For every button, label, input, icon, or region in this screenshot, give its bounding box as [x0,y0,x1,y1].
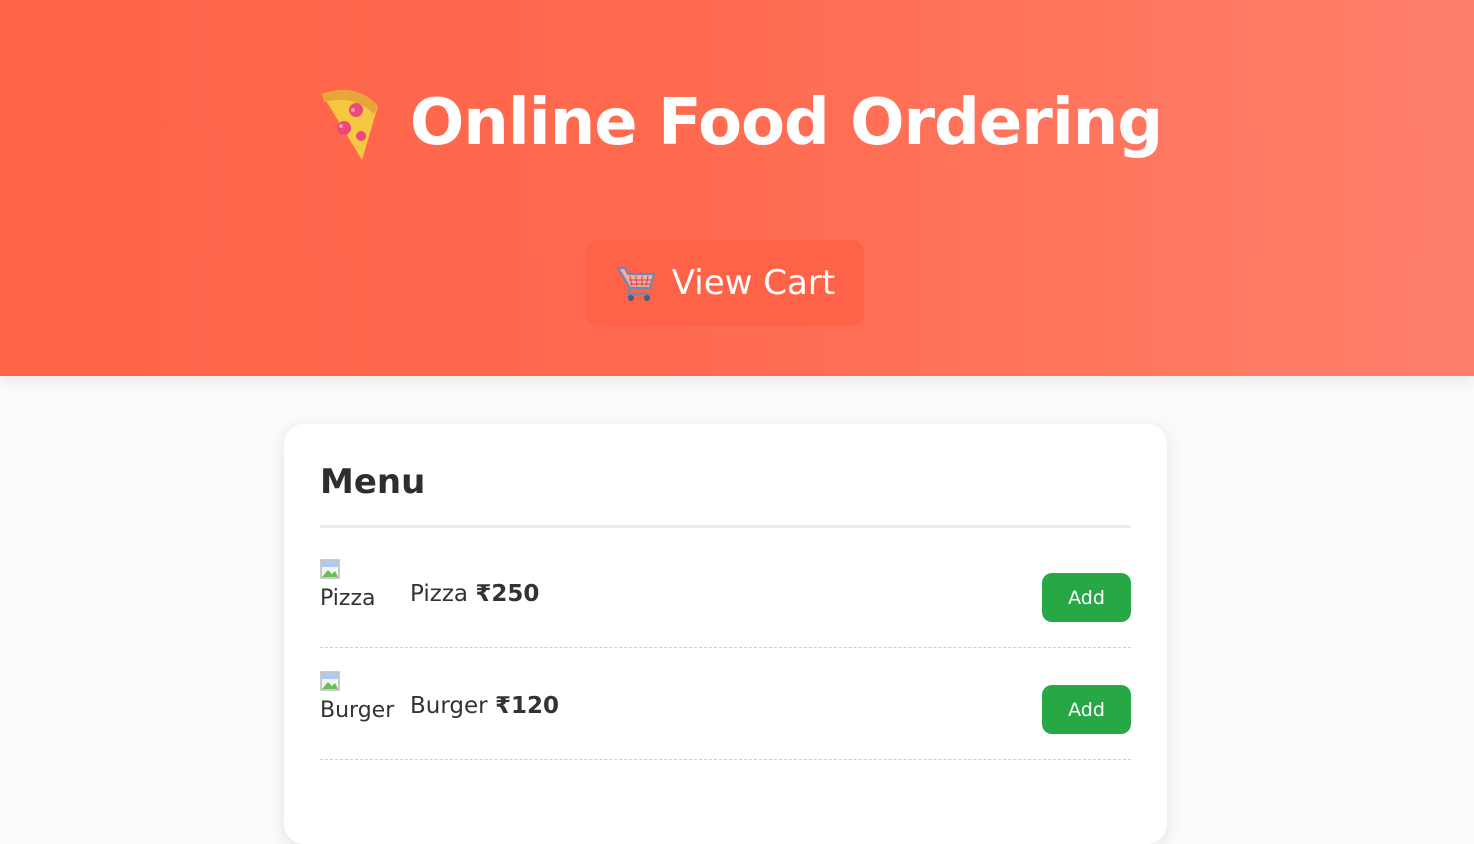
item-price: ₹120 [494,693,559,719]
menu-card: Menu Pizza Pizza ₹250 Add Burger Burger … [284,424,1167,844]
add-pizza-button[interactable]: Add [1042,573,1131,622]
menu-item-burger: Burger Burger ₹120 Add [320,649,1131,760]
menu-heading: Menu [320,462,426,502]
menu-divider [320,525,1131,528]
item-image-alt: Burger [320,698,395,723]
item-image-pizza: Pizza [320,559,400,615]
item-name: Burger [410,693,488,719]
item-image-alt: Pizza [320,586,376,611]
item-description: Burger ₹120 [410,693,559,719]
item-price: ₹250 [475,581,540,607]
item-name: Pizza [410,581,468,607]
broken-image-icon [320,559,340,579]
item-description: Pizza ₹250 [410,581,539,607]
menu-item-pizza: Pizza Pizza ₹250 Add [320,537,1131,648]
title-row: Online Food Ordering [0,78,1474,168]
pizza-icon [321,90,378,160]
page-header: Online Food Ordering View Cart [0,0,1474,376]
add-burger-button[interactable]: Add [1042,685,1131,734]
shopping-cart-icon [616,266,655,301]
page-title: Online Food Ordering [409,86,1163,160]
view-cart-button[interactable]: View Cart [587,240,864,325]
item-image-burger: Burger [320,671,400,727]
view-cart-label: View Cart [671,262,836,303]
broken-image-icon [320,671,340,691]
